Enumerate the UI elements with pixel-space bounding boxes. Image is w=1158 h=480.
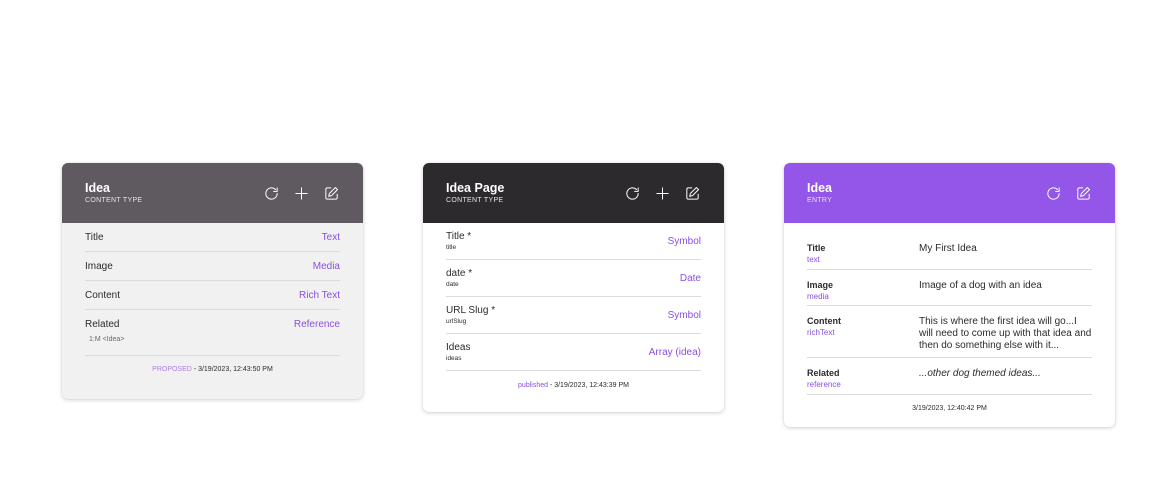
card-subtitle: CONTENT TYPE [446, 196, 504, 204]
field-type: Symbol [667, 309, 701, 321]
field-row: Ideas ideas Array (idea) [446, 334, 701, 371]
field-type: text [807, 255, 820, 264]
timestamp: - 3/19/2023, 12:43:50 PM [191, 366, 273, 373]
field-type: media [807, 292, 829, 301]
entry-row: Title text My First Idea [807, 223, 1092, 270]
field-id: ideas [446, 355, 462, 362]
field-name: Related [85, 319, 120, 330]
entry-card-idea: Idea ENTRY Title text My First Idea Imag… [784, 163, 1115, 427]
field-id: date [446, 281, 459, 288]
entry-field-list: Title text My First Idea Image media Ima… [784, 223, 1115, 412]
field-row: Image Media [85, 252, 340, 281]
field-type: Date [679, 272, 701, 284]
card-subtitle: ENTRY [807, 196, 833, 204]
field-name: Content [807, 316, 841, 326]
field-name: Related [807, 368, 840, 378]
field-row: Title Text [85, 223, 340, 252]
status-badge: published [518, 382, 548, 389]
field-row: URL Slug * urlSlug Symbol [446, 297, 701, 334]
card-title: Idea [807, 180, 833, 195]
card-title: Idea [85, 180, 111, 195]
field-type: Array (idea) [648, 346, 701, 358]
field-row: Content Rich Text [85, 281, 340, 310]
field-value: ...other dog themed ideas... [919, 368, 1041, 379]
refresh-icon[interactable] [1044, 184, 1062, 202]
entry-row: Image media Image of a dog with an idea [807, 270, 1092, 306]
field-name: Image [807, 280, 834, 290]
field-name: Title * [446, 231, 472, 242]
refresh-icon[interactable] [623, 184, 641, 202]
field-id: title [446, 244, 457, 251]
field-value: This is where the first idea will go...I… [919, 316, 1092, 351]
field-value: My First Idea [919, 243, 977, 254]
field-type: Symbol [667, 235, 701, 247]
timestamp: - 3/19/2023, 12:43:39 PM [548, 382, 629, 389]
card-footer: PROPOSED - 3/19/2023, 12:43:50 PM [85, 366, 340, 373]
field-type: Text [321, 231, 340, 243]
field-type: Reference [293, 319, 340, 330]
field-name: Content [85, 289, 121, 301]
field-name: Title [807, 243, 826, 253]
field-id: urlSlug [446, 318, 467, 325]
plus-icon[interactable] [653, 184, 671, 202]
field-list: Title Text Image Media Content Rich Text… [62, 223, 363, 373]
field-type: reference [807, 380, 841, 389]
field-name: Image [85, 260, 113, 272]
field-row: date * date Date [446, 260, 701, 297]
field-value: Image of a dog with an idea [919, 280, 1042, 291]
entry-row: Content richText This is where the first… [807, 306, 1092, 358]
relation-cardinality: 1:M <Idea> [89, 336, 125, 343]
card-header: Idea Page CONTENT TYPE [423, 163, 724, 223]
card-header: Idea CONTENT TYPE [62, 163, 363, 223]
field-row: Title * title Symbol [446, 223, 701, 260]
plus-icon[interactable] [292, 184, 310, 202]
refresh-icon[interactable] [262, 184, 280, 202]
field-type: Media [312, 260, 340, 272]
field-name: URL Slug * [446, 305, 496, 316]
status-badge: PROPOSED [152, 366, 192, 373]
card-footer: 3/19/2023, 12:40:42 PM [807, 405, 1092, 412]
content-type-card-idea: Idea CONTENT TYPE Title Text Image Media… [62, 163, 363, 399]
field-row: Related Reference 1:M <Idea> [85, 310, 340, 356]
timestamp: 3/19/2023, 12:40:42 PM [912, 405, 987, 412]
field-type: Rich Text [299, 289, 340, 301]
edit-icon[interactable] [683, 184, 701, 202]
field-name: Title [85, 231, 104, 243]
card-title: Idea Page [446, 180, 505, 195]
card-subtitle: CONTENT TYPE [85, 196, 143, 204]
field-name: Ideas [446, 342, 471, 353]
edit-icon[interactable] [1074, 184, 1092, 202]
field-type: richText [807, 328, 835, 337]
entry-row: Related reference ...other dog themed id… [807, 358, 1092, 395]
field-list: Title * title Symbol date * date Date UR… [423, 223, 724, 389]
content-type-card-idea-page: Idea Page CONTENT TYPE Title * title Sym… [423, 163, 724, 412]
field-name: date * [446, 268, 473, 279]
card-header: Idea ENTRY [784, 163, 1115, 223]
edit-icon[interactable] [322, 184, 340, 202]
card-footer: published - 3/19/2023, 12:43:39 PM [446, 382, 701, 389]
